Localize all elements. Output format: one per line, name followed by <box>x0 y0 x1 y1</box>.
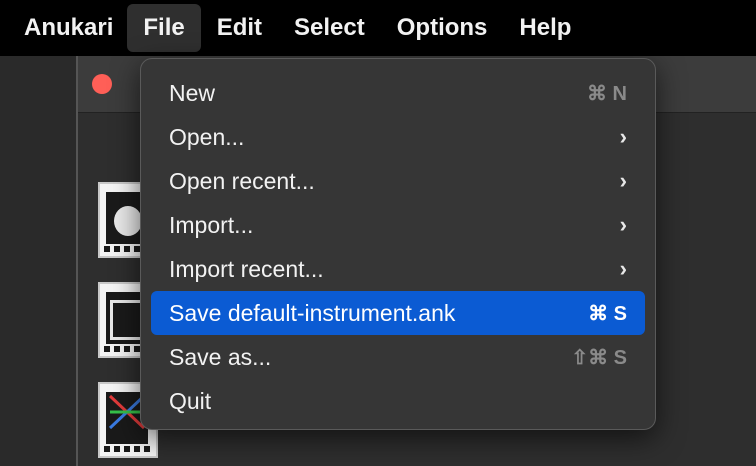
app-name-menu[interactable]: Anukari <box>0 4 127 52</box>
desktop-background <box>0 56 76 466</box>
menu-item-label: Import recent... <box>169 255 324 282</box>
menu-item-save[interactable]: Save default-instrument.ank ⌘ S <box>151 291 645 335</box>
menu-options[interactable]: Options <box>381 4 504 52</box>
menu-bar: Anukari File Edit Select Options Help <box>0 0 756 56</box>
menu-item-save-as[interactable]: Save as... ⇧⌘ S <box>151 335 645 379</box>
tool-dots <box>104 446 152 452</box>
shortcut-label: ⌘ N <box>587 82 627 105</box>
chevron-right-icon: › <box>619 256 627 281</box>
screen: Anukari File Edit Select Options Help Ne… <box>0 0 756 466</box>
menu-item-import-recent[interactable]: Import recent... › <box>151 247 645 291</box>
menu-item-open[interactable]: Open... › <box>151 115 645 159</box>
menu-item-label: Save as... <box>169 343 272 370</box>
shortcut-label: ⇧⌘ S <box>571 346 627 369</box>
menu-help[interactable]: Help <box>503 4 587 52</box>
shortcut-label: ⌘ S <box>588 302 627 325</box>
file-menu-dropdown: New ⌘ N Open... › Open recent... › Impor… <box>140 58 656 430</box>
chevron-right-icon: › <box>619 212 627 237</box>
menu-item-import[interactable]: Import... › <box>151 203 645 247</box>
menu-item-label: Save default-instrument.ank <box>169 299 456 326</box>
menu-select[interactable]: Select <box>278 4 381 52</box>
menu-item-label: Quit <box>169 387 212 414</box>
close-dot-icon[interactable] <box>92 74 112 94</box>
menu-file[interactable]: File <box>127 4 201 52</box>
chevron-right-icon: › <box>619 124 627 149</box>
menu-item-open-recent[interactable]: Open recent... › <box>151 159 645 203</box>
menu-item-quit[interactable]: Quit <box>151 379 645 423</box>
menu-item-label: Import... <box>169 211 254 238</box>
menu-item-label: Open... <box>169 123 245 150</box>
menu-edit[interactable]: Edit <box>201 4 278 52</box>
menu-item-label: New <box>169 79 216 106</box>
chevron-right-icon: › <box>619 168 627 193</box>
sphere-shape <box>114 206 142 236</box>
menu-item-label: Open recent... <box>169 167 315 194</box>
menu-item-new[interactable]: New ⌘ N <box>151 71 645 115</box>
